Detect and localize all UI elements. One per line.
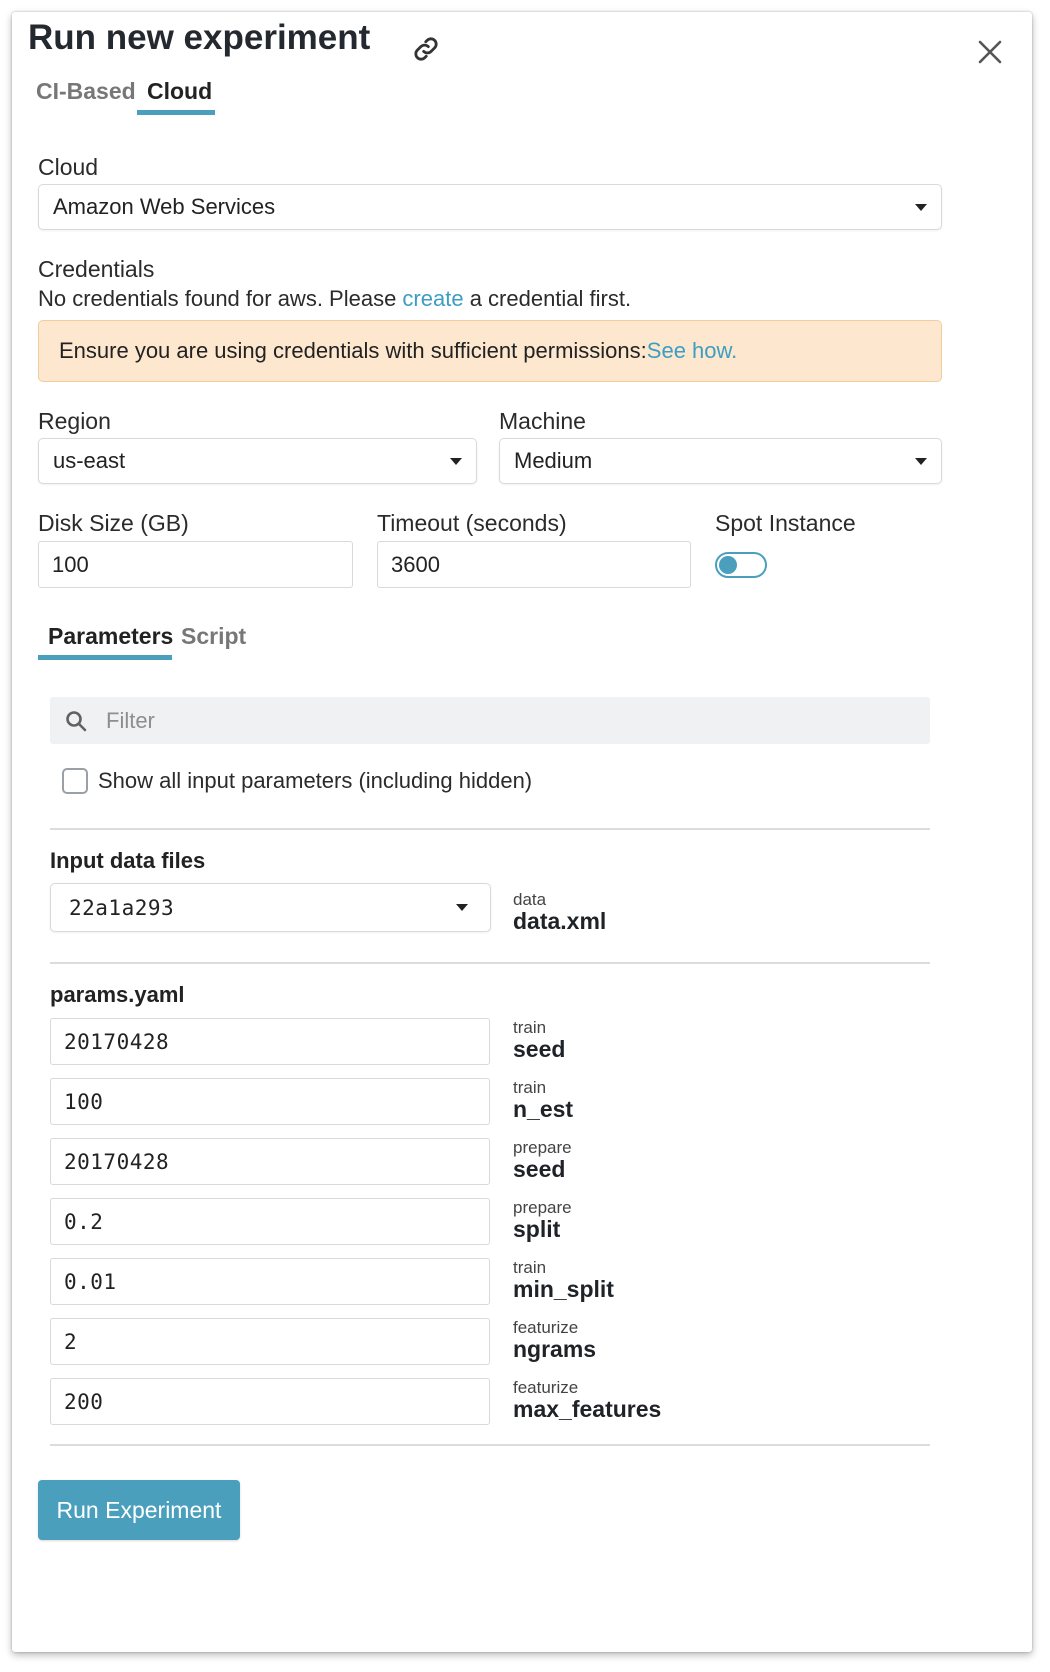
- param-input[interactable]: 0.2: [50, 1198, 490, 1245]
- param-group: train: [513, 1078, 547, 1097]
- show-hidden-label: Show all input parameters (including hid…: [98, 768, 533, 793]
- params-title: params.yaml: [50, 982, 185, 1007]
- param-input[interactable]: 20170428: [50, 1018, 490, 1065]
- param-name: n_est: [513, 1096, 574, 1122]
- tab-script[interactable]: Script: [171, 623, 256, 650]
- filter-input[interactable]: Filter: [50, 697, 930, 744]
- cloud-select-value: Amazon Web Services: [53, 194, 276, 219]
- input-data-value: 22a1a293: [69, 895, 175, 920]
- cloud-label: Cloud: [38, 154, 99, 180]
- param-group: train: [513, 1258, 547, 1277]
- caret-down-icon: [915, 457, 927, 465]
- spot-instance-toggle[interactable]: [715, 552, 767, 578]
- param-group: prepare: [513, 1138, 572, 1157]
- region-label: Region: [38, 408, 111, 434]
- param-name: split: [513, 1216, 561, 1242]
- param-group: featurize: [513, 1318, 579, 1337]
- param-group: featurize: [513, 1378, 579, 1397]
- dialog-title: Run new experiment: [28, 18, 371, 57]
- run-experiment-dialog: Run new experiment CI-Based Cloud Cloud …: [12, 12, 1032, 1652]
- credentials-message: No credentials found for aws. Please cre…: [38, 286, 631, 312]
- link-icon[interactable]: [404, 27, 448, 71]
- param-input[interactable]: 2: [50, 1318, 490, 1365]
- machine-select-value: Medium: [514, 448, 593, 473]
- credentials-message-text: No credentials found for aws. Please: [38, 286, 403, 311]
- filter-placeholder: Filter: [106, 707, 155, 733]
- input-data-title: Input data files: [50, 848, 206, 873]
- param-input[interactable]: 20170428: [50, 1138, 490, 1185]
- machine-label: Machine: [499, 408, 586, 434]
- param-name: min_split: [513, 1276, 614, 1302]
- cloud-select[interactable]: Amazon Web Services: [38, 184, 942, 230]
- divider: [50, 1444, 930, 1446]
- param-input[interactable]: 100: [50, 1078, 490, 1125]
- divider: [50, 828, 930, 830]
- credentials-message-text-end: a credential first.: [463, 286, 632, 311]
- permissions-warning: Ensure you are using credentials with su…: [38, 320, 942, 382]
- show-hidden-checkbox[interactable]: [62, 768, 88, 794]
- tab-cloud[interactable]: Cloud: [137, 78, 222, 105]
- input-data-group: data: [513, 890, 547, 909]
- warning-text: Ensure you are using credentials with su…: [59, 338, 647, 363]
- param-name: seed: [513, 1036, 566, 1062]
- caret-down-icon: [456, 904, 468, 911]
- param-name: max_features: [513, 1396, 662, 1422]
- input-data-select[interactable]: 22a1a293: [50, 883, 491, 932]
- input-data-name: data.xml: [513, 908, 607, 934]
- param-group: train: [513, 1018, 547, 1037]
- divider: [50, 962, 930, 964]
- credentials-label: Credentials: [38, 256, 155, 282]
- tab-parameters-underline: [38, 655, 172, 660]
- tab-parameters[interactable]: Parameters: [38, 623, 183, 650]
- run-experiment-button[interactable]: Run Experiment: [38, 1480, 240, 1540]
- disk-size-label: Disk Size (GB): [38, 510, 189, 536]
- tab-cloud-underline: [137, 110, 215, 115]
- param-input[interactable]: 200: [50, 1378, 490, 1425]
- param-name: seed: [513, 1156, 566, 1182]
- param-input[interactable]: 0.01: [50, 1258, 490, 1305]
- caret-down-icon: [450, 457, 462, 465]
- toggle-knob: [719, 556, 737, 574]
- search-icon: [66, 710, 87, 731]
- region-select-value: us-east: [53, 448, 126, 473]
- param-name: ngrams: [513, 1336, 597, 1362]
- caret-down-icon: [915, 203, 927, 211]
- tab-ci-based[interactable]: CI-Based: [26, 78, 146, 105]
- see-how-link[interactable]: See how.: [647, 338, 738, 364]
- machine-select[interactable]: Medium: [499, 438, 942, 484]
- region-select[interactable]: us-east: [38, 438, 477, 484]
- close-icon[interactable]: [970, 32, 1010, 72]
- spot-instance-label: Spot Instance: [715, 510, 856, 536]
- disk-size-input[interactable]: 100: [38, 541, 353, 588]
- timeout-label: Timeout (seconds): [377, 510, 567, 536]
- param-group: prepare: [513, 1198, 572, 1217]
- create-credential-link[interactable]: create: [402, 286, 463, 311]
- timeout-input[interactable]: 3600: [377, 541, 691, 588]
